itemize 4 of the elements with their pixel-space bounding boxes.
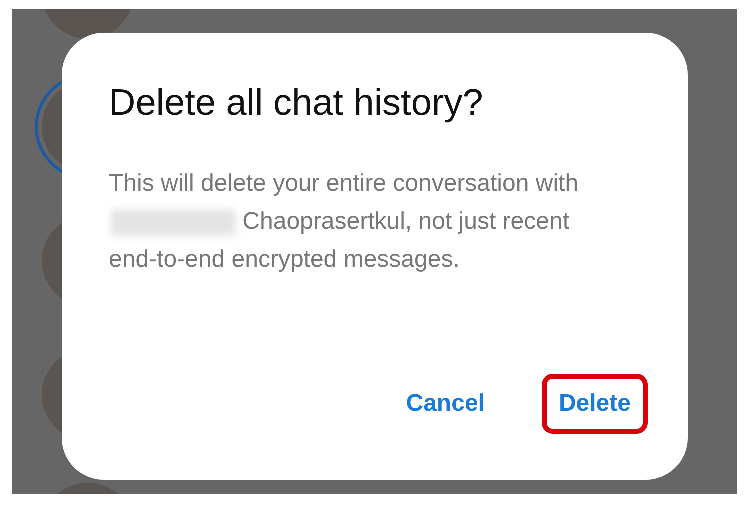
dialog-message: This will delete your entire conversation with Chaoprasertkul, not just recent end-to-end encrypted messages. bbox=[109, 169, 579, 275]
dialog-title: Delete all chat history? bbox=[109, 81, 484, 125]
delete-button[interactable]: Delete bbox=[542, 374, 648, 434]
cancel-button[interactable]: Cancel bbox=[389, 374, 502, 434]
